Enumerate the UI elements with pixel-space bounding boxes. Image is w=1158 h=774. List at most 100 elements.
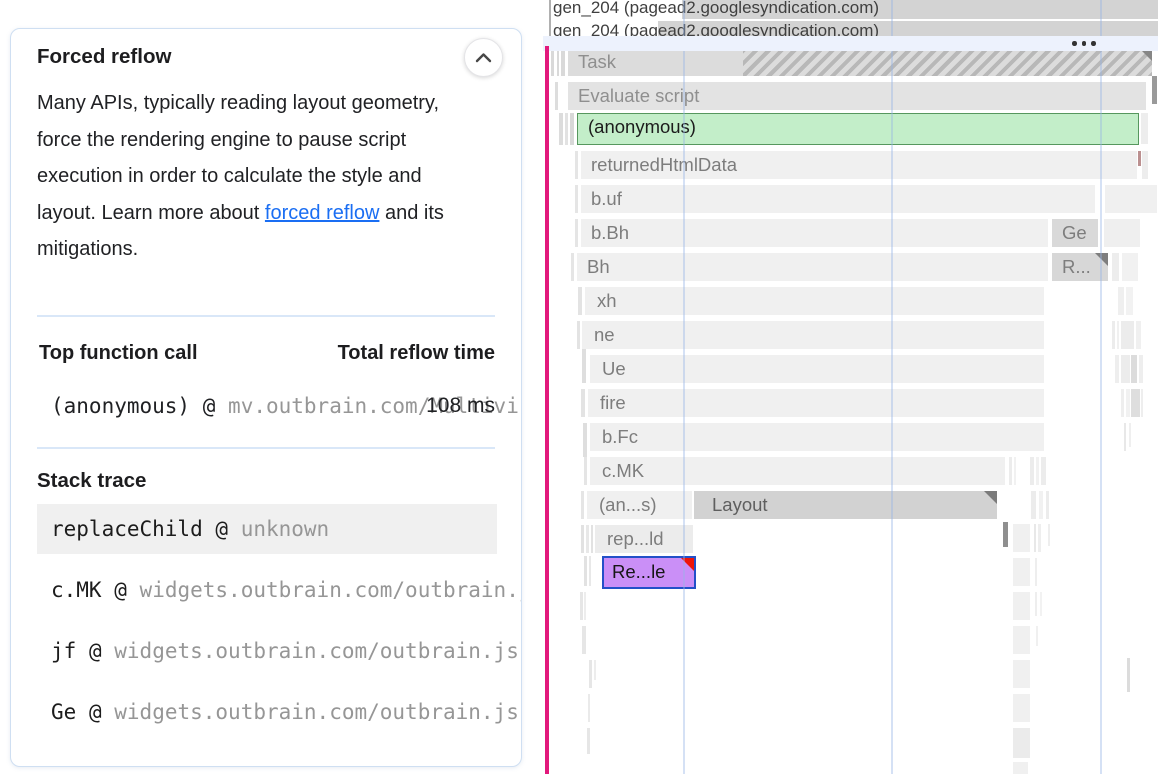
at-separator: @ xyxy=(89,639,102,663)
flame-fragment xyxy=(1115,355,1119,383)
flame-fragment xyxy=(582,626,586,654)
flame-bar-label: Re...le xyxy=(612,561,665,582)
flame-fragment xyxy=(1105,185,1157,213)
flame-bar-b-fc[interactable]: b.Fc xyxy=(590,423,1044,451)
flame-fragment xyxy=(1031,491,1036,519)
flame-fragment xyxy=(1041,457,1046,485)
flame-fragment xyxy=(1118,287,1124,315)
flame-fragment xyxy=(570,113,574,145)
flame-bar-label: Bh xyxy=(587,256,610,277)
network-row-1[interactable]: gen_204 (pagead2.googlesyndication.com) xyxy=(540,0,1158,19)
flame-bar-label: b.uf xyxy=(591,188,622,209)
flame-bar-returnedhtmldata[interactable]: returnedHtmlData xyxy=(581,151,1137,179)
flame-fragment xyxy=(1122,253,1138,281)
flame-fragment xyxy=(1046,491,1049,519)
devtools-performance-panel: gen_204 (pagead2.googlesyndication.com) … xyxy=(0,0,1158,774)
network-request-label: gen_204 (pagead2.googlesyndication.com) xyxy=(553,21,879,36)
flame-fragment xyxy=(583,423,587,457)
function-name: (anonymous) xyxy=(51,394,190,418)
chevron-up-icon xyxy=(475,52,492,63)
flame-fragment xyxy=(557,48,559,76)
function-name: replaceChild xyxy=(51,517,203,541)
flame-fragment xyxy=(1127,658,1130,692)
divider xyxy=(37,447,495,449)
flame-bar-label: Ge xyxy=(1062,222,1087,243)
function-name: jf xyxy=(51,639,76,663)
flame-bar-ne[interactable]: ne xyxy=(582,321,1044,349)
flame-fragment xyxy=(1131,389,1140,417)
flame-fragment xyxy=(1152,76,1157,104)
stack-trace-row[interactable]: jf @ widgets.outbrain.com/outbrain.js xyxy=(51,626,519,676)
flame-fragment xyxy=(581,491,584,519)
source-url[interactable]: widgets.outbrain.com/outbrain.js xyxy=(114,700,519,724)
network-request-label: gen_204 (pagead2.googlesyndication.com) xyxy=(553,0,879,18)
flame-bar-ge[interactable]: Ge xyxy=(1052,219,1098,247)
stack-trace-row[interactable]: replaceChild @ unknown xyxy=(51,504,329,554)
flame-bar-anonymous[interactable]: (anonymous) xyxy=(577,113,1139,145)
stack-trace-row[interactable]: c.MK @ widgets.outbrain.com/outbrain.js xyxy=(51,565,522,615)
flame-fragment xyxy=(549,0,551,36)
column-header-top-function-call: Top function call xyxy=(39,342,198,365)
flame-fragment xyxy=(577,321,580,349)
truncation-corner-icon xyxy=(1095,253,1108,266)
flame-fragment xyxy=(589,660,592,688)
collapse-button[interactable] xyxy=(464,38,503,77)
ellipsis-dot-icon xyxy=(1091,41,1096,46)
flame-fragment xyxy=(1014,457,1016,485)
flame-bar-layout[interactable]: Layout xyxy=(694,491,997,519)
flame-fragment xyxy=(559,113,563,145)
flame-fragment xyxy=(1104,219,1140,247)
time-gridline xyxy=(891,0,893,774)
flame-fragment xyxy=(561,48,565,76)
flame-fragment xyxy=(1013,626,1030,654)
flame-bar-ue[interactable]: Ue xyxy=(590,355,1044,383)
flame-bar-label: ne xyxy=(594,324,615,345)
flame-bar-task[interactable]: Task xyxy=(568,48,1152,76)
flame-fragment xyxy=(1013,660,1030,688)
flame-fragment xyxy=(551,48,554,76)
flame-fragment xyxy=(1121,389,1124,417)
flame-fragment xyxy=(1121,321,1134,349)
at-separator: @ xyxy=(215,517,228,541)
more-options-button[interactable] xyxy=(1072,39,1102,48)
flame-bar-c-mk[interactable]: c.MK xyxy=(590,457,1005,485)
flame-fragment xyxy=(1048,524,1050,546)
flame-bar-b-bh[interactable]: b.Bh xyxy=(581,219,1048,247)
flame-fragment xyxy=(1013,558,1030,586)
flame-fragment xyxy=(1030,457,1034,485)
flame-bar-fire[interactable]: fire xyxy=(588,389,1044,417)
flame-bar-bh[interactable]: Bh xyxy=(577,253,1048,281)
flame-bar-an-s-truncated[interactable]: (an...s) xyxy=(587,491,692,519)
flame-fragment xyxy=(1009,457,1012,485)
at-separator: @ xyxy=(89,700,102,724)
flame-fragment xyxy=(581,525,584,553)
flame-fragment xyxy=(555,82,558,110)
flame-fragment xyxy=(1131,355,1137,383)
flame-fragment xyxy=(584,592,586,620)
flame-fragment xyxy=(581,389,585,417)
stack-trace-row[interactable]: Ge @ widgets.outbrain.com/outbrain.js xyxy=(51,687,519,737)
flame-bar-re-le-recalculate-style[interactable]: Re...le xyxy=(602,556,696,589)
flame-bar-evaluate-script[interactable]: Evaluate script xyxy=(568,82,1146,110)
flame-bar-b-uf[interactable]: b.uf xyxy=(581,185,1095,213)
playhead-marker-line[interactable] xyxy=(545,46,549,774)
flame-bar-label: fire xyxy=(600,392,626,413)
flame-bar-label: (anonymous) xyxy=(588,116,696,137)
forced-reflow-insight-card: Forced reflow Many APIs, typically readi… xyxy=(10,28,522,767)
at-separator: @ xyxy=(114,578,127,602)
flame-fragment xyxy=(1034,524,1036,552)
source-url[interactable]: unknown xyxy=(241,517,330,541)
forced-reflow-link[interactable]: forced reflow xyxy=(265,202,380,224)
flame-fragment xyxy=(594,660,596,680)
divider xyxy=(37,315,495,317)
flame-fragment xyxy=(575,219,578,247)
flame-bar-label: b.Fc xyxy=(602,426,638,447)
flame-bar-xh[interactable]: xh xyxy=(585,287,1044,315)
source-url[interactable]: widgets.outbrain.com/outbrain.js xyxy=(114,639,519,663)
flame-fragment xyxy=(1013,694,1030,722)
network-row-2[interactable]: gen_204 (pagead2.googlesyndication.com) xyxy=(540,21,1158,36)
source-url[interactable]: widgets.outbrain.com/outbrain.js xyxy=(140,578,522,602)
flame-fragment xyxy=(1142,151,1148,179)
function-name: Ge xyxy=(51,700,76,724)
flame-bar-rep-ld-truncated[interactable]: rep...ld xyxy=(595,525,693,553)
